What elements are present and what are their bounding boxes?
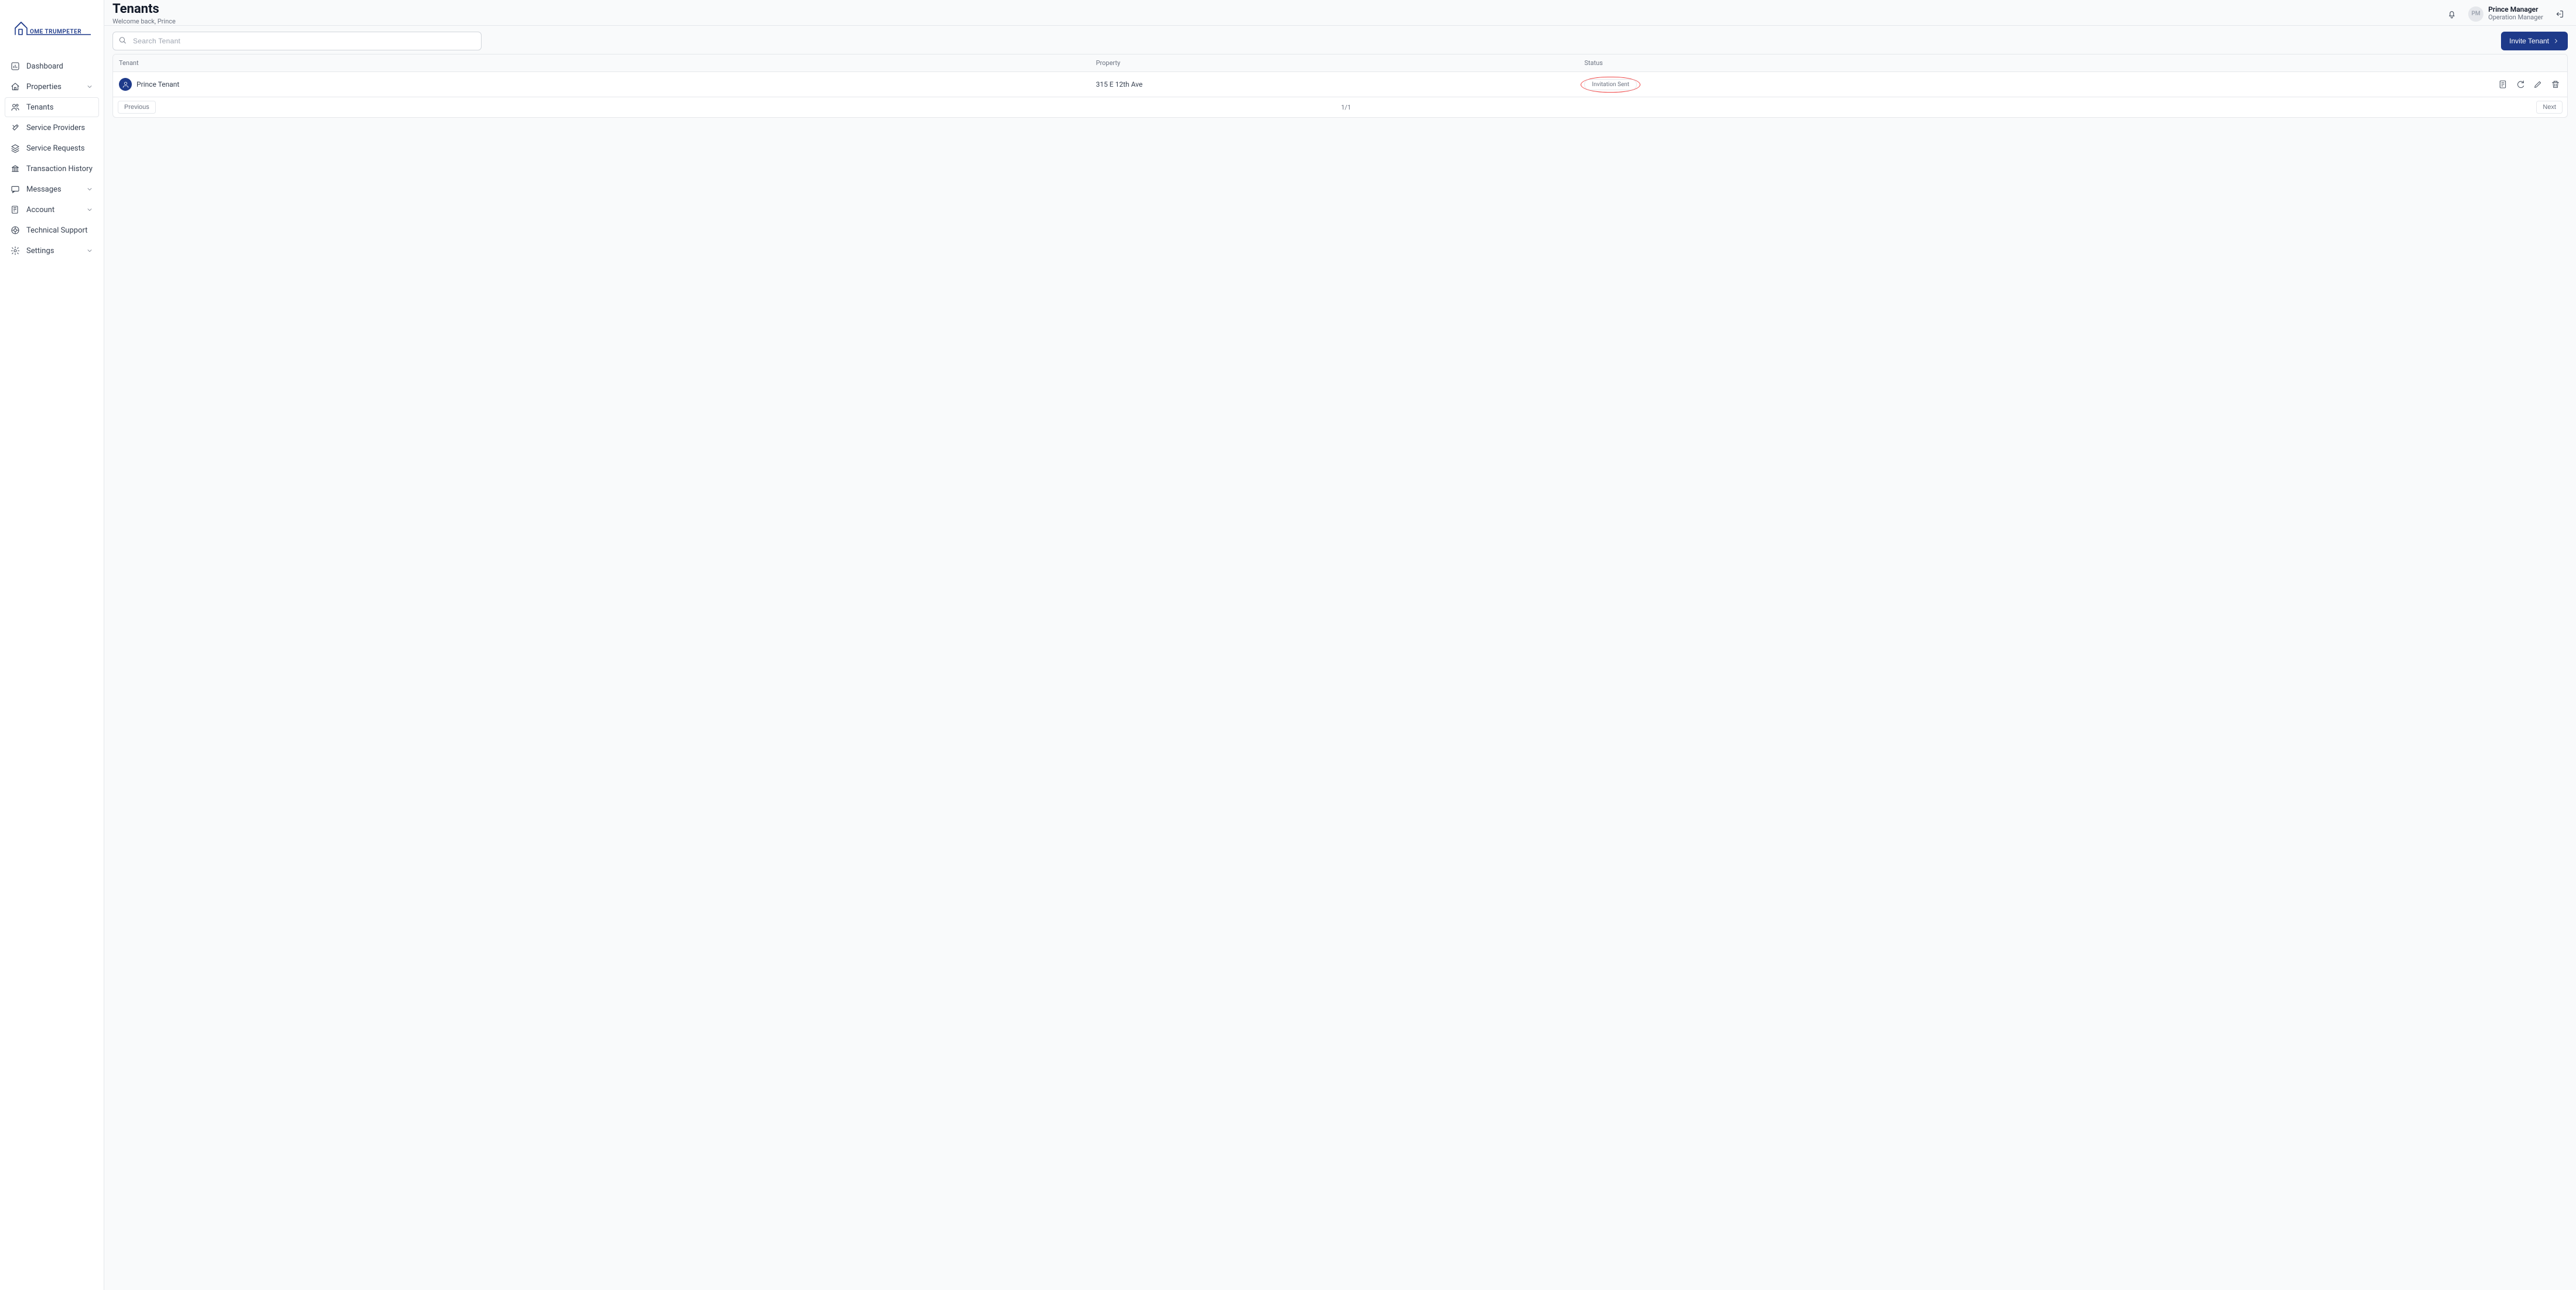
- logo-icon: OME TRUMPETER: [13, 16, 91, 36]
- sidebar-item-label: Service Providers: [26, 124, 94, 132]
- title-area: Tenants Welcome back, Prince: [112, 2, 2444, 25]
- previous-button[interactable]: Previous: [118, 101, 156, 114]
- sidebar-item-settings[interactable]: Settings: [5, 241, 99, 261]
- sidebar-item-label: Dashboard: [26, 62, 94, 71]
- chevron-down-icon: [86, 185, 94, 193]
- sidebar-item-account[interactable]: Account: [5, 200, 99, 220]
- page-title: Tenants: [112, 2, 2444, 16]
- search-icon: [118, 36, 127, 47]
- col-status-header: Status: [1584, 59, 2073, 67]
- sidebar-item-label: Messages: [26, 185, 80, 194]
- sidebar-item-service-providers[interactable]: Service Providers: [5, 118, 99, 138]
- sidebar-item-label: Properties: [26, 83, 80, 91]
- edit-button[interactable]: [2532, 79, 2544, 90]
- bell-icon: [2447, 9, 2456, 19]
- sidebar-item-technical-support[interactable]: Technical Support: [5, 220, 99, 240]
- toolbar: Invite Tenant: [112, 32, 2568, 50]
- sidebar-item-label: Account: [26, 206, 80, 214]
- logout-button[interactable]: [2551, 6, 2568, 22]
- sidebar-item-label: Transaction History: [26, 165, 94, 173]
- layers-icon: [10, 143, 21, 153]
- dashboard-icon: [10, 61, 21, 71]
- main: Tenants Welcome back, Prince PM Prince M…: [104, 0, 2576, 1290]
- logo: OME TRUMPETER: [0, 0, 104, 53]
- view-details-button[interactable]: [2497, 79, 2509, 90]
- sidebar-item-label: Settings: [26, 247, 80, 255]
- page-indicator: 1/1: [156, 104, 2537, 111]
- notifications-button[interactable]: [2444, 6, 2460, 22]
- sidebar-item-label: Service Requests: [26, 144, 94, 153]
- sidebar-item-tenants[interactable]: Tenants: [5, 97, 99, 117]
- svg-text:OME TRUMPETER: OME TRUMPETER: [30, 29, 81, 35]
- chevron-down-icon: [86, 206, 94, 214]
- chevron-down-icon: [86, 83, 94, 91]
- user-menu[interactable]: PM Prince Manager Operation Manager: [2468, 6, 2543, 21]
- sidebar-item-properties[interactable]: Properties: [5, 77, 99, 97]
- chevron-down-icon: [86, 247, 94, 255]
- search-input[interactable]: [112, 32, 482, 50]
- next-button[interactable]: Next: [2536, 101, 2563, 114]
- tenant-avatar: [119, 78, 132, 91]
- user-role: Operation Manager: [2488, 14, 2543, 22]
- home-icon: [10, 81, 21, 92]
- trash-icon: [2551, 80, 2560, 89]
- sidebar-item-label: Tenants: [26, 103, 94, 112]
- status-badge: Invitation Sent: [1584, 79, 1637, 90]
- invite-tenant-label: Invite Tenant: [2509, 37, 2549, 45]
- property-cell: 315 E 12th Ave: [1096, 80, 1585, 88]
- top-actions: PM Prince Manager Operation Manager: [2444, 6, 2568, 22]
- row-actions: [2073, 79, 2561, 90]
- col-actions-header: [2073, 59, 2561, 67]
- content: Invite Tenant Tenant Property Status Pri…: [104, 26, 2576, 124]
- sidebar-item-dashboard[interactable]: Dashboard: [5, 56, 99, 76]
- invite-tenant-button[interactable]: Invite Tenant: [2501, 32, 2568, 50]
- account-icon: [10, 204, 21, 215]
- search-wrap: [112, 32, 482, 50]
- logout-icon: [2555, 9, 2564, 19]
- tenant-cell[interactable]: Prince Tenant: [119, 78, 1096, 91]
- pencil-icon: [2533, 80, 2543, 89]
- status-badge-wrap: Invitation Sent: [1584, 79, 1637, 90]
- delete-button[interactable]: [2550, 79, 2561, 90]
- tenant-name: Prince Tenant: [137, 80, 179, 88]
- tools-icon: [10, 122, 21, 133]
- resend-button[interactable]: [2514, 79, 2526, 90]
- topbar: Tenants Welcome back, Prince PM Prince M…: [104, 0, 2576, 26]
- avatar: PM: [2468, 6, 2483, 22]
- col-tenant-header: Tenant: [119, 59, 1096, 67]
- col-property-header: Property: [1096, 59, 1585, 67]
- sidebar-item-transaction-history[interactable]: Transaction History: [5, 159, 99, 179]
- bank-icon: [10, 163, 21, 174]
- sidebar-item-service-requests[interactable]: Service Requests: [5, 138, 99, 158]
- tenants-table: Tenant Property Status Prince Tenant 315…: [112, 54, 2568, 118]
- page-subtitle: Welcome back, Prince: [112, 18, 2444, 25]
- support-icon: [10, 225, 21, 236]
- sidebar: OME TRUMPETER Dashboard Properties Tena: [0, 0, 104, 1290]
- message-icon: [10, 184, 21, 194]
- table-header: Tenant Property Status: [113, 54, 2567, 72]
- user-name: Prince Manager: [2488, 6, 2543, 14]
- table-footer: Previous 1/1 Next: [113, 97, 2567, 117]
- user-text: Prince Manager Operation Manager: [2488, 6, 2543, 21]
- gear-icon: [10, 245, 21, 256]
- sidebar-item-messages[interactable]: Messages: [5, 179, 99, 199]
- table-row: Prince Tenant 315 E 12th Ave Invitation …: [113, 72, 2567, 97]
- tenants-icon: [10, 102, 21, 112]
- status-cell: Invitation Sent: [1584, 79, 2073, 90]
- chevron-right-icon: [2553, 37, 2560, 45]
- refresh-icon: [2516, 80, 2525, 89]
- document-icon: [2498, 80, 2507, 89]
- sidebar-item-label: Technical Support: [26, 226, 94, 235]
- person-icon: [122, 81, 129, 88]
- nav: Dashboard Properties Tenants Service Pro…: [0, 53, 104, 264]
